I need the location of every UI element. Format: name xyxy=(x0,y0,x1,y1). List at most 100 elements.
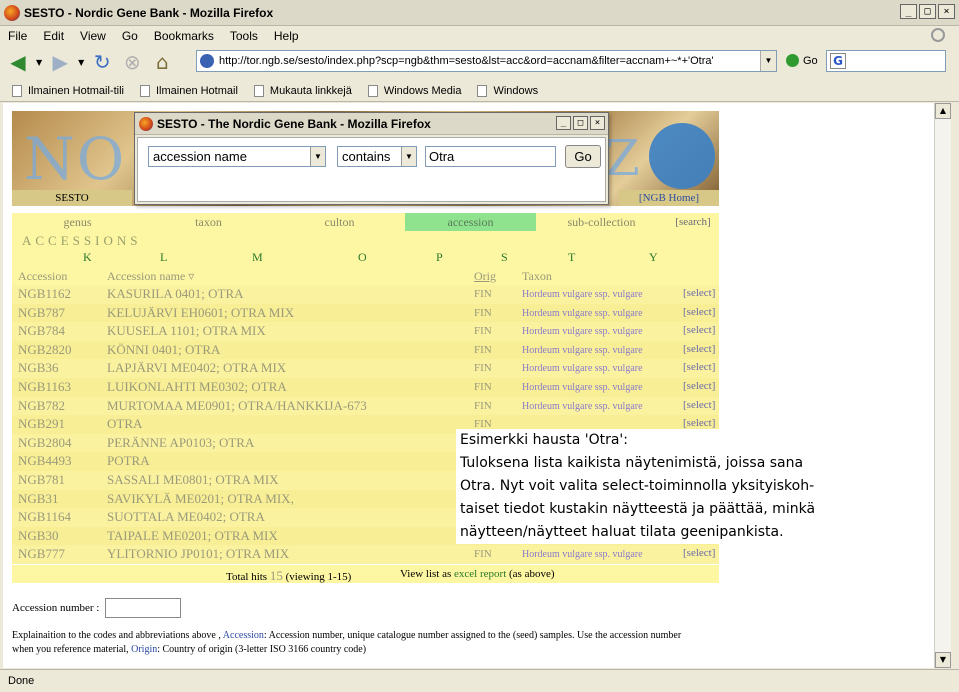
popup-minimize-button[interactable]: _ xyxy=(556,116,571,130)
tab-taxon[interactable]: taxon xyxy=(143,213,274,231)
accession-id[interactable]: NGB2820 xyxy=(18,342,71,358)
tab-sub-collection[interactable]: sub-collection xyxy=(536,213,667,231)
popup-close-button[interactable]: × xyxy=(590,116,605,130)
letter-link[interactable]: L xyxy=(160,250,167,265)
go-search-button[interactable]: Go xyxy=(565,145,601,168)
search-box[interactable]: G xyxy=(826,50,946,72)
reload-icon[interactable]: ↻ xyxy=(90,50,114,74)
excel-report-link[interactable]: excel report xyxy=(454,568,506,580)
operator-select[interactable]: contains ▼ xyxy=(337,146,417,167)
bookmark-item[interactable]: Windows Media xyxy=(367,84,461,97)
stop-icon[interactable]: ⊗ xyxy=(120,50,144,74)
col-accession-name[interactable]: Accession name ▿ xyxy=(107,269,194,284)
bookmark-item[interactable]: Mukauta linkkejä xyxy=(253,84,352,97)
accession-id[interactable]: NGB777 xyxy=(18,546,65,562)
taxon-name[interactable]: Hordeum vulgare ssp. vulgare xyxy=(522,382,643,393)
accession-id[interactable]: NGB36 xyxy=(18,360,58,376)
accession-id[interactable]: NGB784 xyxy=(18,323,65,339)
taxon-name[interactable]: Hordeum vulgare ssp. vulgare xyxy=(522,308,643,319)
address-bar[interactable]: http://tor.ngb.se/sesto/index.php?scp=ng… xyxy=(196,50,777,72)
origin-help-link[interactable]: Origin xyxy=(131,644,157,655)
accession-id[interactable]: NGB30 xyxy=(18,528,58,544)
forward-history-dropdown-icon[interactable]: ▼ xyxy=(78,58,84,67)
col-origin[interactable]: Orig xyxy=(474,269,496,284)
select-link[interactable]: [select] xyxy=(683,306,715,318)
accession-id[interactable]: NGB787 xyxy=(18,305,65,321)
letter-link[interactable]: P xyxy=(436,250,443,265)
taxon-name[interactable]: Hordeum vulgare ssp. vulgare xyxy=(522,289,643,300)
select-link[interactable]: [select] xyxy=(683,324,715,336)
accession-id[interactable]: NGB2804 xyxy=(18,435,71,451)
menu-edit[interactable]: Edit xyxy=(43,29,64,43)
tab-culton[interactable]: culton xyxy=(274,213,405,231)
back-history-dropdown-icon[interactable]: ▼ xyxy=(36,58,42,67)
vertical-scrollbar[interactable]: ▲ ▼ xyxy=(934,103,951,668)
scroll-up-icon[interactable]: ▲ xyxy=(935,103,951,119)
callout-line: Esimerkki hausta 'Otra': xyxy=(460,432,628,448)
letter-link[interactable]: O xyxy=(358,250,367,265)
address-dropdown-icon[interactable]: ▼ xyxy=(760,51,776,71)
letter-link[interactable]: K xyxy=(83,250,92,265)
google-search-icon[interactable]: G xyxy=(830,53,846,69)
maximize-button[interactable]: □ xyxy=(919,4,936,19)
tab-search[interactable]: [search] xyxy=(667,213,719,231)
search-input[interactable]: Otra xyxy=(425,146,556,167)
menu-help[interactable]: Help xyxy=(274,29,299,43)
field-select[interactable]: accession name ▼ xyxy=(148,146,326,167)
accession-id[interactable]: NGB782 xyxy=(18,398,65,414)
bookmark-item[interactable]: Windows xyxy=(477,84,538,97)
select-link[interactable]: [select] xyxy=(683,287,715,299)
close-button[interactable]: × xyxy=(938,4,955,19)
select-link[interactable]: [select] xyxy=(683,361,715,373)
bookmark-label: Ilmainen Hotmail xyxy=(155,84,238,97)
forward-arrow-icon[interactable]: ▶ xyxy=(48,50,72,74)
menu-bookmarks[interactable]: Bookmarks xyxy=(154,29,214,43)
go-button[interactable]: Go xyxy=(786,54,818,67)
minimize-button[interactable]: _ xyxy=(900,4,917,19)
tab-genus[interactable]: genus xyxy=(12,213,143,231)
accession-id[interactable]: NGB291 xyxy=(18,416,65,432)
select-link[interactable]: [select] xyxy=(683,399,715,411)
accession-id[interactable]: NGB1162 xyxy=(18,286,71,302)
page-icon xyxy=(139,84,150,97)
banner-text: NO xyxy=(24,125,127,193)
accession-id[interactable]: NGB1163 xyxy=(18,379,71,395)
select-link[interactable]: [select] xyxy=(683,417,715,429)
select-link[interactable]: [select] xyxy=(683,343,715,355)
scroll-down-icon[interactable]: ▼ xyxy=(935,652,951,668)
ngb-home-link[interactable]: [NGB Home] xyxy=(619,190,719,206)
address-url[interactable]: http://tor.ngb.se/sesto/index.php?scp=ng… xyxy=(219,55,714,67)
taxon-name[interactable]: Hordeum vulgare ssp. vulgare xyxy=(522,549,643,560)
bookmark-item[interactable]: Ilmainen Hotmail-tili xyxy=(12,84,124,97)
home-icon[interactable]: ⌂ xyxy=(150,50,174,74)
select-link[interactable]: [select] xyxy=(683,547,715,559)
taxon-name[interactable]: Hordeum vulgare ssp. vulgare xyxy=(522,345,643,356)
tab-accession[interactable]: accession xyxy=(405,213,536,231)
taxon-name[interactable]: Hordeum vulgare ssp. vulgare xyxy=(522,326,643,337)
popup-maximize-button[interactable]: □ xyxy=(573,116,588,130)
accession-id[interactable]: NGB4493 xyxy=(18,453,71,469)
accession-number-input[interactable] xyxy=(105,598,182,618)
taxon-name[interactable]: Hordeum vulgare ssp. vulgare xyxy=(522,363,643,374)
letter-link[interactable]: S xyxy=(501,250,508,265)
select-link[interactable]: [select] xyxy=(683,380,715,392)
menu-file[interactable]: File xyxy=(8,29,27,43)
menu-tools[interactable]: Tools xyxy=(230,29,258,43)
accession-help-link[interactable]: Accession xyxy=(223,630,264,641)
letter-link[interactable]: T xyxy=(568,250,575,265)
col-accession[interactable]: Accession xyxy=(18,269,67,284)
accession-id[interactable]: NGB1164 xyxy=(18,509,71,525)
letter-link[interactable]: M xyxy=(252,250,263,265)
accession-id[interactable]: NGB31 xyxy=(18,491,58,507)
menu-go[interactable]: Go xyxy=(122,29,138,43)
letter-link[interactable]: Y xyxy=(649,250,658,265)
back-arrow-icon[interactable]: ◀ xyxy=(6,50,30,74)
bookmark-item[interactable]: Ilmainen Hotmail xyxy=(139,84,238,97)
col-taxon[interactable]: Taxon xyxy=(522,269,552,284)
accession-name: POTRA xyxy=(107,453,150,469)
table-header: Accession Accession name ▿ Orig Taxon xyxy=(12,267,719,285)
origin-code: FIN xyxy=(474,362,492,375)
menu-view[interactable]: View xyxy=(80,29,106,43)
taxon-name[interactable]: Hordeum vulgare ssp. vulgare xyxy=(522,401,643,412)
accession-id[interactable]: NGB781 xyxy=(18,472,65,488)
